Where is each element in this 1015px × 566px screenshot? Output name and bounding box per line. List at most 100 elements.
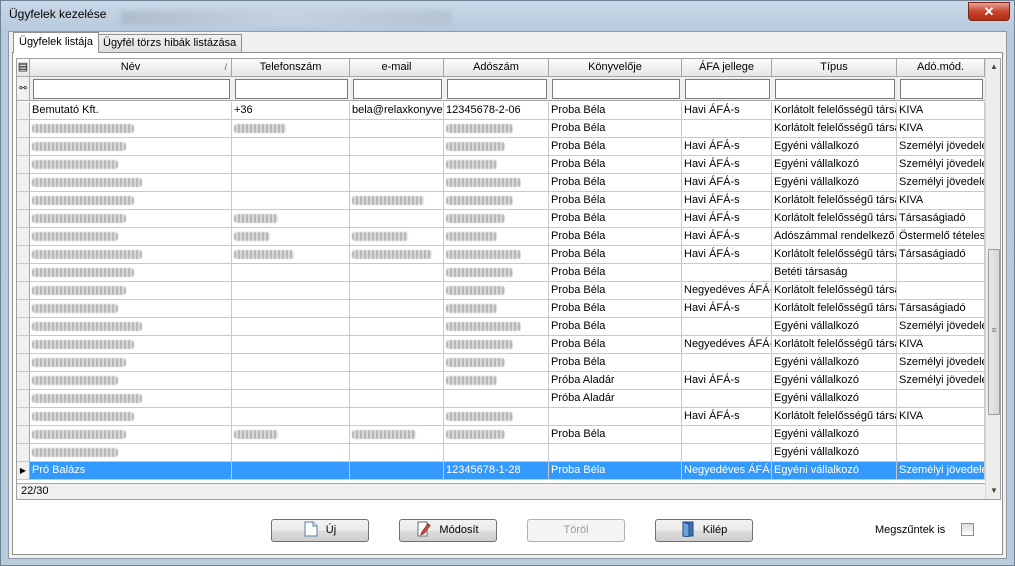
cell-name[interactable]: [30, 228, 232, 246]
cell-type[interactable]: Adószámmal rendelkező m: [772, 228, 897, 246]
cell-vat[interactable]: [682, 444, 772, 462]
cell-type[interactable]: Korlátolt felelősségű társa: [772, 102, 897, 120]
cell-vat[interactable]: Negyedéves ÁFÁ-: [682, 336, 772, 354]
cell-phone[interactable]: [232, 462, 350, 480]
cell-taxmode[interactable]: Személyi jövedelema: [897, 372, 985, 390]
column-header-email[interactable]: e-mail: [350, 59, 444, 77]
cell-type[interactable]: Korlátolt felelősségű társa: [772, 408, 897, 426]
cell-vat[interactable]: Havi ÁFÁ-s: [682, 156, 772, 174]
cell-vat[interactable]: Havi ÁFÁ-s: [682, 408, 772, 426]
cell-email[interactable]: [350, 300, 444, 318]
cell-vat[interactable]: [682, 120, 772, 138]
row-indicator[interactable]: [17, 300, 30, 318]
cell-accountant[interactable]: Proba Béla: [549, 300, 682, 318]
column-header-accountant[interactable]: Könyvelője: [549, 59, 682, 77]
row-indicator[interactable]: [17, 264, 30, 282]
cell-vat[interactable]: Negyedéves ÁFÁ-: [682, 462, 772, 480]
row-indicator[interactable]: [17, 354, 30, 372]
cell-accountant[interactable]: Proba Béla: [549, 282, 682, 300]
column-header-phone[interactable]: Telefonszám: [232, 59, 350, 77]
cell-email[interactable]: [350, 426, 444, 444]
filter-email-input[interactable]: [353, 79, 442, 99]
cell-vat[interactable]: [682, 354, 772, 372]
cell-taxmode[interactable]: KIVA: [897, 408, 985, 426]
cell-accountant[interactable]: [549, 444, 682, 462]
exit-button[interactable]: Kilép: [655, 519, 753, 542]
cell-taxmode[interactable]: KIVA: [897, 192, 985, 210]
cell-email[interactable]: [350, 372, 444, 390]
cell-phone[interactable]: [232, 282, 350, 300]
cell-type[interactable]: Korlátolt felelősségű társa: [772, 336, 897, 354]
cell-taxmode[interactable]: [897, 264, 985, 282]
table-row[interactable]: Proba Béla Korlátolt felelősségű társa KIV…: [17, 120, 985, 138]
table-row[interactable]: Proba Béla Egyéni vállalkozó Személyi jöve…: [17, 318, 985, 336]
cell-taxnumber[interactable]: [444, 372, 549, 390]
cell-name[interactable]: [30, 138, 232, 156]
cell-accountant[interactable]: Proba Béla: [549, 462, 682, 480]
cell-phone[interactable]: [232, 426, 350, 444]
cell-taxnumber[interactable]: [444, 192, 549, 210]
cell-vat[interactable]: Havi ÁFÁ-s: [682, 300, 772, 318]
cell-phone[interactable]: [232, 408, 350, 426]
cell-name[interactable]: [30, 210, 232, 228]
cell-taxmode[interactable]: KIVA: [897, 102, 985, 120]
cell-phone[interactable]: [232, 246, 350, 264]
cell-vat[interactable]: Havi ÁFÁ-s: [682, 372, 772, 390]
row-indicator[interactable]: [17, 210, 30, 228]
table-row[interactable]: Bemutató Kft. +36 bela@relaxkonyvel 1234567…: [17, 102, 985, 120]
cell-email[interactable]: [350, 318, 444, 336]
cell-accountant[interactable]: Proba Béla: [549, 138, 682, 156]
cell-accountant[interactable]: Proba Béla: [549, 336, 682, 354]
cell-type[interactable]: Egyéni vállalkozó: [772, 318, 897, 336]
edit-button[interactable]: Módosít: [399, 519, 497, 542]
cell-name[interactable]: [30, 174, 232, 192]
cell-taxmode[interactable]: [897, 426, 985, 444]
cell-taxnumber[interactable]: [444, 156, 549, 174]
table-row[interactable]: Proba Béla Havi ÁFÁ-s Egyéni vállalkozó Sze…: [17, 174, 985, 192]
cell-name[interactable]: [30, 192, 232, 210]
table-row[interactable]: Proba Béla Havi ÁFÁ-s Korlátolt felelősség…: [17, 300, 985, 318]
cell-vat[interactable]: [682, 318, 772, 336]
column-header-taxmode[interactable]: Adó.mód.: [897, 59, 985, 77]
row-indicator[interactable]: [17, 120, 30, 138]
filter-type-input[interactable]: [775, 79, 895, 99]
cell-accountant[interactable]: Próba Aladár: [549, 372, 682, 390]
cell-type[interactable]: Korlátolt felelősségű társa: [772, 282, 897, 300]
cell-taxmode[interactable]: Társaságiadó: [897, 210, 985, 228]
column-header-vat[interactable]: ÁFA jellege: [682, 59, 772, 77]
cell-taxmode[interactable]: KIVA: [897, 336, 985, 354]
cell-accountant[interactable]: Proba Béla: [549, 318, 682, 336]
cell-taxnumber[interactable]: [444, 336, 549, 354]
cell-vat[interactable]: [682, 426, 772, 444]
cell-type[interactable]: Egyéni vállalkozó: [772, 156, 897, 174]
scroll-down-icon[interactable]: ▼: [986, 483, 1000, 499]
cell-type[interactable]: Egyéni vállalkozó: [772, 390, 897, 408]
tab-customer-list[interactable]: Ügyfelek listája: [13, 32, 99, 53]
cell-name[interactable]: [30, 120, 232, 138]
cell-type[interactable]: Egyéni vállalkozó: [772, 372, 897, 390]
cell-accountant[interactable]: Proba Béla: [549, 120, 682, 138]
cell-vat[interactable]: Havi ÁFÁ-s: [682, 210, 772, 228]
row-indicator[interactable]: [17, 246, 30, 264]
cell-phone[interactable]: [232, 228, 350, 246]
cell-accountant[interactable]: Proba Béla: [549, 192, 682, 210]
cell-accountant[interactable]: Próba Aladár: [549, 390, 682, 408]
table-row[interactable]: Proba Béla Havi ÁFÁ-s Egyéni vállalkozó Sze…: [17, 138, 985, 156]
cell-email[interactable]: [350, 282, 444, 300]
row-indicator[interactable]: [17, 138, 30, 156]
cell-taxnumber[interactable]: [444, 120, 549, 138]
cell-type[interactable]: Egyéni vállalkozó: [772, 426, 897, 444]
cell-name[interactable]: [30, 426, 232, 444]
row-indicator[interactable]: [17, 192, 30, 210]
filter-vat-input[interactable]: [685, 79, 770, 99]
cell-email[interactable]: [350, 462, 444, 480]
cell-name[interactable]: [30, 300, 232, 318]
cell-accountant[interactable]: Proba Béla: [549, 426, 682, 444]
row-indicator[interactable]: [17, 372, 30, 390]
row-indicator[interactable]: [17, 426, 30, 444]
cell-taxnumber[interactable]: 12345678-2-06: [444, 102, 549, 120]
title-bar[interactable]: Ügyfelek kezelése ✕: [1, 1, 1014, 31]
cell-vat[interactable]: Havi ÁFÁ-s: [682, 246, 772, 264]
cell-taxmode[interactable]: KIVA: [897, 120, 985, 138]
cell-phone[interactable]: [232, 120, 350, 138]
